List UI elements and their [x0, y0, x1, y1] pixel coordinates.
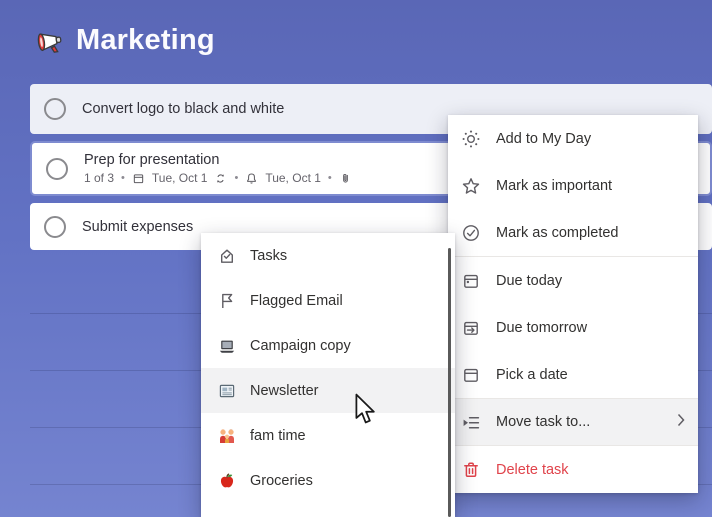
list-header: Marketing	[36, 24, 215, 57]
submenu-item-label: Groceries	[250, 472, 313, 489]
submenu-item-label: Tasks	[250, 247, 288, 264]
submenu-item-flagged-email[interactable]: Flagged Email	[201, 278, 455, 323]
menu-item-add-to-my-day[interactable]: Add to My Day	[448, 115, 698, 162]
calendar-icon	[461, 365, 481, 385]
attachment-paperclip-icon	[339, 172, 352, 185]
trash-icon	[461, 460, 481, 480]
menu-item-move-task-to[interactable]: Move task to...	[448, 399, 698, 445]
page-title: Marketing	[76, 24, 215, 56]
submenu-item-newsletter[interactable]: Newsletter	[201, 368, 455, 413]
task-context-menu: Add to My Day Mark as important Mark as …	[448, 115, 698, 493]
complete-task-circle[interactable]	[44, 98, 66, 120]
menu-item-delete-task[interactable]: Delete task	[448, 446, 698, 493]
mouse-cursor	[352, 393, 380, 430]
menu-item-due-today[interactable]: Due today	[448, 257, 698, 304]
menu-item-label: Pick a date	[496, 366, 568, 383]
menu-item-label: Mark as completed	[496, 224, 619, 241]
menu-item-due-tomorrow[interactable]: Due tomorrow	[448, 304, 698, 351]
steps-count: 1 of 3	[84, 171, 115, 185]
complete-task-circle[interactable]	[46, 157, 68, 180]
calendar-tomorrow-icon	[461, 318, 481, 338]
submenu-item-campaign-copy[interactable]: Campaign copy	[201, 323, 455, 368]
submenu-item-tasks[interactable]: Tasks	[201, 233, 455, 278]
menu-item-label: Delete task	[496, 461, 569, 478]
task-title: Convert logo to black and white	[82, 101, 285, 117]
submenu-scrollbar[interactable]	[448, 248, 451, 517]
family-icon	[217, 426, 237, 446]
megaphone-icon	[36, 27, 64, 55]
submenu-item-label: Flagged Email	[250, 292, 343, 309]
recurrence-icon	[214, 172, 227, 185]
submenu-item-label: fam time	[250, 427, 306, 444]
check-circle-icon	[461, 223, 481, 243]
menu-item-mark-completed[interactable]: Mark as completed	[448, 209, 698, 256]
move-task-submenu: Tasks Flagged Email Campaign copy Newsle…	[201, 233, 455, 517]
task-metadata: 1 of 3 • Tue, Oct 1 • Tue, Oct 1 •	[84, 171, 352, 185]
menu-item-label: Move task to...	[496, 414, 591, 430]
star-icon	[461, 176, 481, 196]
menu-item-mark-important[interactable]: Mark as important	[448, 162, 698, 209]
menu-item-label: Due today	[496, 272, 563, 289]
sun-icon	[461, 129, 481, 149]
submenu-item-label: Newsletter	[250, 382, 319, 399]
task-title: Submit expenses	[82, 218, 194, 235]
submenu-item-label: Campaign copy	[250, 337, 351, 354]
reminder-bell-icon	[245, 172, 258, 185]
apple-icon	[217, 471, 237, 491]
submenu-item-groceries[interactable]: Groceries	[201, 458, 455, 503]
menu-item-label: Due tomorrow	[496, 319, 588, 336]
reminder-date: Tue, Oct 1	[265, 171, 321, 185]
menu-item-pick-a-date[interactable]: Pick a date	[448, 351, 698, 398]
newspaper-icon	[217, 381, 237, 401]
submenu-item-fam-time[interactable]: fam time	[201, 413, 455, 458]
menu-item-label: Add to My Day	[496, 130, 592, 147]
task-title: Prep for presentation	[84, 152, 220, 168]
laptop-icon	[217, 336, 237, 356]
calendar-icon	[132, 172, 145, 185]
move-list-icon	[461, 412, 481, 432]
flag-icon	[217, 291, 237, 311]
complete-task-circle[interactable]	[44, 215, 66, 238]
menu-item-label: Mark as important	[496, 177, 613, 194]
calendar-today-icon	[461, 271, 481, 291]
chevron-right-icon	[677, 413, 685, 431]
due-date: Tue, Oct 1	[151, 171, 208, 185]
home-check-icon	[217, 246, 237, 266]
